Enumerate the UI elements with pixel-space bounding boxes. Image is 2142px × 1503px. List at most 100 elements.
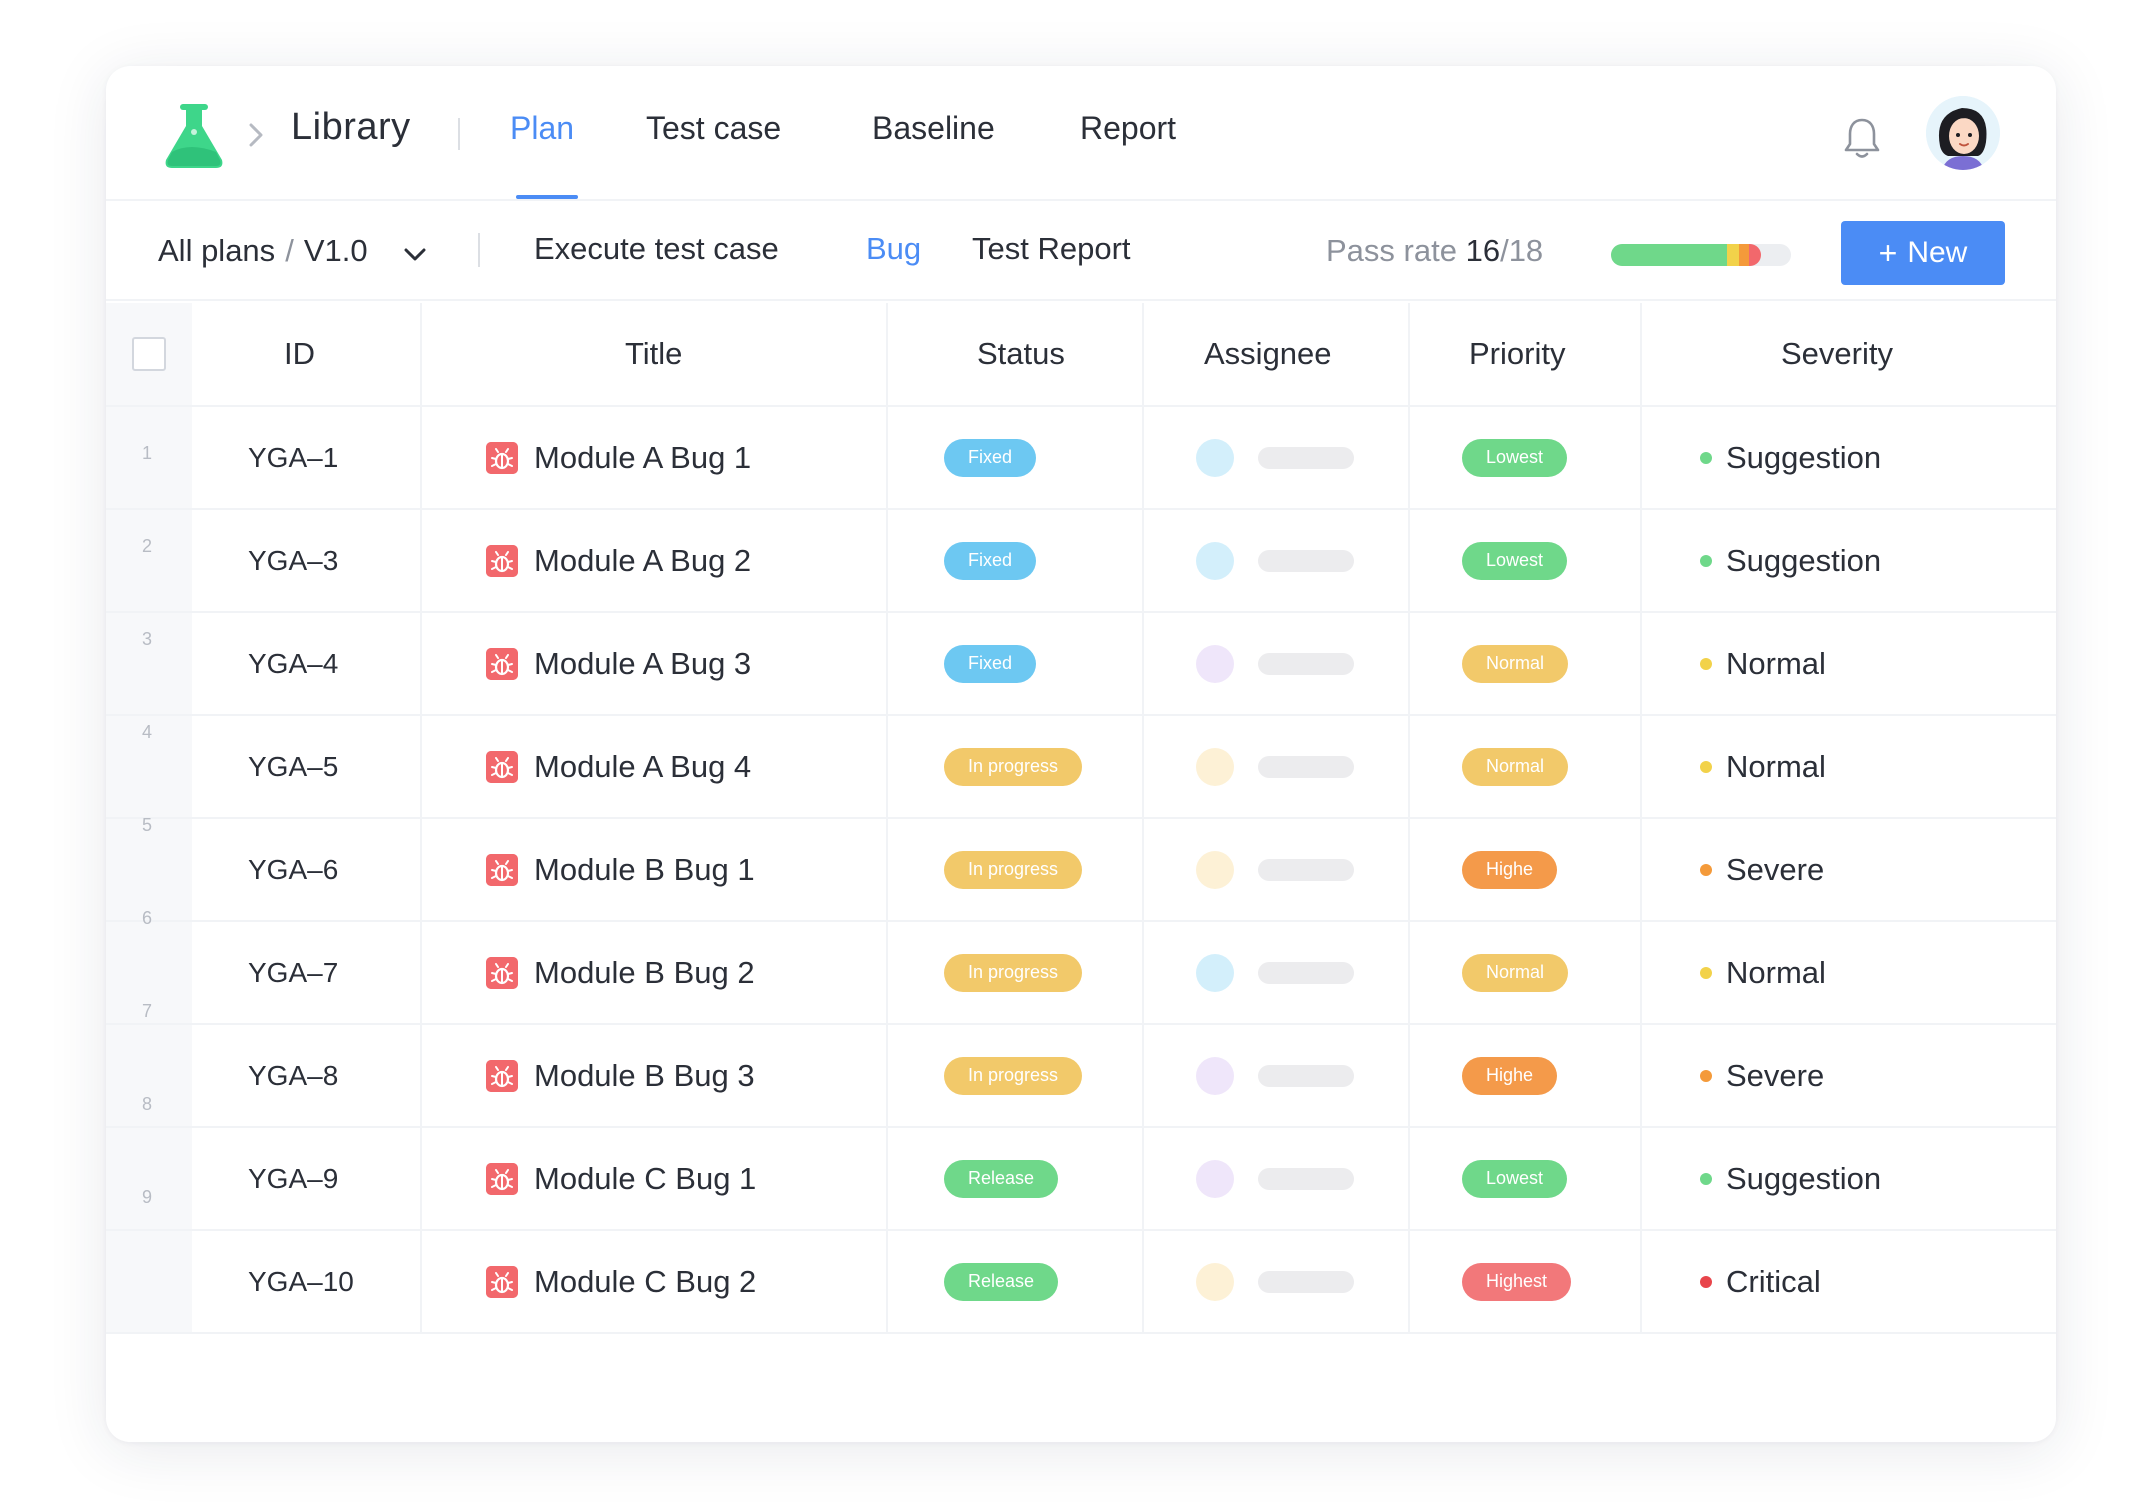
status-badge[interactable]: Fixed: [944, 541, 1037, 580]
severity-cell: Normal: [1700, 716, 1826, 817]
priority-cell: Highe: [1462, 819, 1558, 920]
severity-label: Suggestion: [1726, 1160, 1882, 1196]
bug-id[interactable]: YGA–5: [248, 716, 338, 817]
bug-title-cell[interactable]: Module C Bug 2: [486, 1231, 756, 1332]
column-divider: [1142, 613, 1144, 714]
priority-cell: Highe: [1462, 1025, 1558, 1126]
assignee-cell[interactable]: [1196, 1128, 1354, 1229]
nav-tab-baseline[interactable]: Baseline: [872, 110, 995, 147]
column-header-status[interactable]: Status: [977, 303, 1065, 405]
status-badge[interactable]: In progress: [944, 747, 1083, 786]
assignee-cell[interactable]: [1196, 819, 1354, 920]
column-divider: [420, 510, 422, 611]
table-row[interactable]: YGA–3 Module A Bug 2 Fixed Lowest Suggestion: [106, 510, 2056, 613]
assignee-cell[interactable]: [1196, 716, 1354, 817]
tab-test-report[interactable]: Test Report: [972, 231, 1131, 267]
status-badge[interactable]: In progress: [944, 953, 1083, 992]
bug-title-cell[interactable]: Module A Bug 2: [486, 510, 751, 611]
bug-title-cell[interactable]: Module A Bug 3: [486, 613, 751, 714]
table-row[interactable]: YGA–7 Module B Bug 2 In progress Normal Norm…: [106, 922, 2056, 1025]
bug-id-text: YGA–7: [248, 956, 339, 988]
bug-title-cell[interactable]: Module A Bug 4: [486, 716, 751, 817]
assignee-avatar: [1196, 541, 1234, 580]
status-badge[interactable]: In progress: [944, 850, 1083, 889]
bug-id[interactable]: YGA–6: [248, 819, 338, 920]
priority-badge[interactable]: Highe: [1462, 1056, 1558, 1095]
bug-id[interactable]: YGA–10: [248, 1231, 354, 1332]
new-button[interactable]: + New: [1841, 221, 2005, 285]
table-row[interactable]: YGA–10 Module C Bug 2 Release Highest Critic…: [106, 1231, 2056, 1334]
priority-badge[interactable]: Lowest: [1462, 1159, 1568, 1198]
bug-id[interactable]: YGA–4: [248, 613, 338, 714]
status-badge[interactable]: Release: [944, 1159, 1059, 1198]
nav-tab-report[interactable]: Report: [1080, 110, 1176, 147]
bug-title-cell[interactable]: Module A Bug 1: [486, 407, 751, 508]
column-header-priority[interactable]: Priority: [1469, 303, 1565, 405]
severity-cell: Suggestion: [1700, 407, 1881, 508]
bug-id[interactable]: YGA–8: [248, 1025, 338, 1126]
tab-execute-test-case[interactable]: Execute test case: [534, 231, 779, 267]
nav-tab-plan[interactable]: Plan: [510, 110, 574, 147]
status-cell: Release: [944, 1128, 1059, 1229]
avatar[interactable]: [1926, 96, 2000, 170]
status-badge[interactable]: Fixed: [944, 644, 1037, 683]
assignee-avatar: [1196, 953, 1234, 992]
bug-id[interactable]: YGA–3: [248, 510, 338, 611]
table-row[interactable]: YGA–9 Module C Bug 1 Release Lowest Suggesti…: [106, 1128, 2056, 1231]
priority-badge[interactable]: Lowest: [1462, 541, 1568, 580]
bell-icon[interactable]: [1842, 116, 1882, 160]
severity-dot: [1700, 1275, 1712, 1288]
priority-badge[interactable]: Normal: [1462, 644, 1569, 683]
row-index-cell: [106, 510, 192, 611]
priority-badge[interactable]: Normal: [1462, 747, 1569, 786]
column-header-severity[interactable]: Severity: [1781, 303, 1893, 405]
severity-label: Suggestion: [1726, 542, 1882, 578]
table-row[interactable]: YGA–8 Module B Bug 3 In progress Highe Sever…: [106, 1025, 2056, 1128]
table-body: YGA–1 Module A Bug 1 Fixed Lowest Suggestion…: [106, 407, 2056, 1334]
assignee-cell[interactable]: [1196, 1025, 1354, 1126]
table-row[interactable]: YGA–1 Module A Bug 1 Fixed Lowest Suggestion: [106, 407, 2056, 510]
bug-id[interactable]: YGA–7: [248, 922, 338, 1023]
column-divider: [1640, 1025, 1642, 1126]
assignee-cell[interactable]: [1196, 510, 1354, 611]
status-badge[interactable]: Fixed: [944, 438, 1037, 477]
flask-logo-icon[interactable]: [160, 102, 228, 170]
plan-selector[interactable]: All plans / V1.0: [158, 233, 368, 269]
row-index-cell: [106, 1025, 192, 1126]
active-tab-indicator: [516, 195, 578, 199]
select-all-checkbox[interactable]: [132, 337, 166, 371]
assignee-name-placeholder: [1258, 1270, 1354, 1293]
status-badge[interactable]: In progress: [944, 1056, 1083, 1095]
bug-title: Module A Bug 4: [534, 748, 752, 784]
bug-title-cell[interactable]: Module C Bug 1: [486, 1128, 756, 1229]
assignee-cell[interactable]: [1196, 922, 1354, 1023]
column-header-title[interactable]: Title: [625, 303, 682, 405]
assignee-name-placeholder: [1258, 858, 1354, 881]
table-row[interactable]: YGA–5 Module A Bug 4 In progress Normal Norm…: [106, 716, 2056, 819]
chevron-down-icon[interactable]: [402, 246, 428, 264]
column-divider: [1408, 716, 1410, 817]
assignee-cell[interactable]: [1196, 1231, 1354, 1332]
nav-tab-test-case[interactable]: Test case: [646, 110, 781, 147]
status-badge[interactable]: Release: [944, 1262, 1059, 1301]
column-header-assignee[interactable]: Assignee: [1204, 303, 1332, 405]
table-row[interactable]: YGA–6 Module B Bug 1 In progress Highe Sever…: [106, 819, 2056, 922]
bug-title-cell[interactable]: Module B Bug 1: [486, 819, 755, 920]
priority-badge[interactable]: Highest: [1462, 1262, 1572, 1301]
column-header-id[interactable]: ID: [284, 303, 315, 405]
priority-badge[interactable]: Highe: [1462, 850, 1558, 889]
bug-id[interactable]: YGA–1: [248, 407, 338, 508]
bug-title-cell[interactable]: Module B Bug 2: [486, 922, 755, 1023]
priority-badge[interactable]: Normal: [1462, 953, 1569, 992]
severity-cell: Suggestion: [1700, 1128, 1881, 1229]
assignee-cell[interactable]: [1196, 407, 1354, 508]
priority-cell: Lowest: [1462, 407, 1568, 508]
severity-dot: [1700, 1172, 1712, 1185]
bug-title: Module A Bug 3: [534, 645, 752, 681]
assignee-cell[interactable]: [1196, 613, 1354, 714]
table-row[interactable]: YGA–4 Module A Bug 3 Fixed Normal Normal: [106, 613, 2056, 716]
tab-bug[interactable]: Bug: [866, 231, 921, 267]
bug-id[interactable]: YGA–9: [248, 1128, 338, 1229]
bug-title-cell[interactable]: Module B Bug 3: [486, 1025, 755, 1126]
priority-badge[interactable]: Lowest: [1462, 438, 1568, 477]
